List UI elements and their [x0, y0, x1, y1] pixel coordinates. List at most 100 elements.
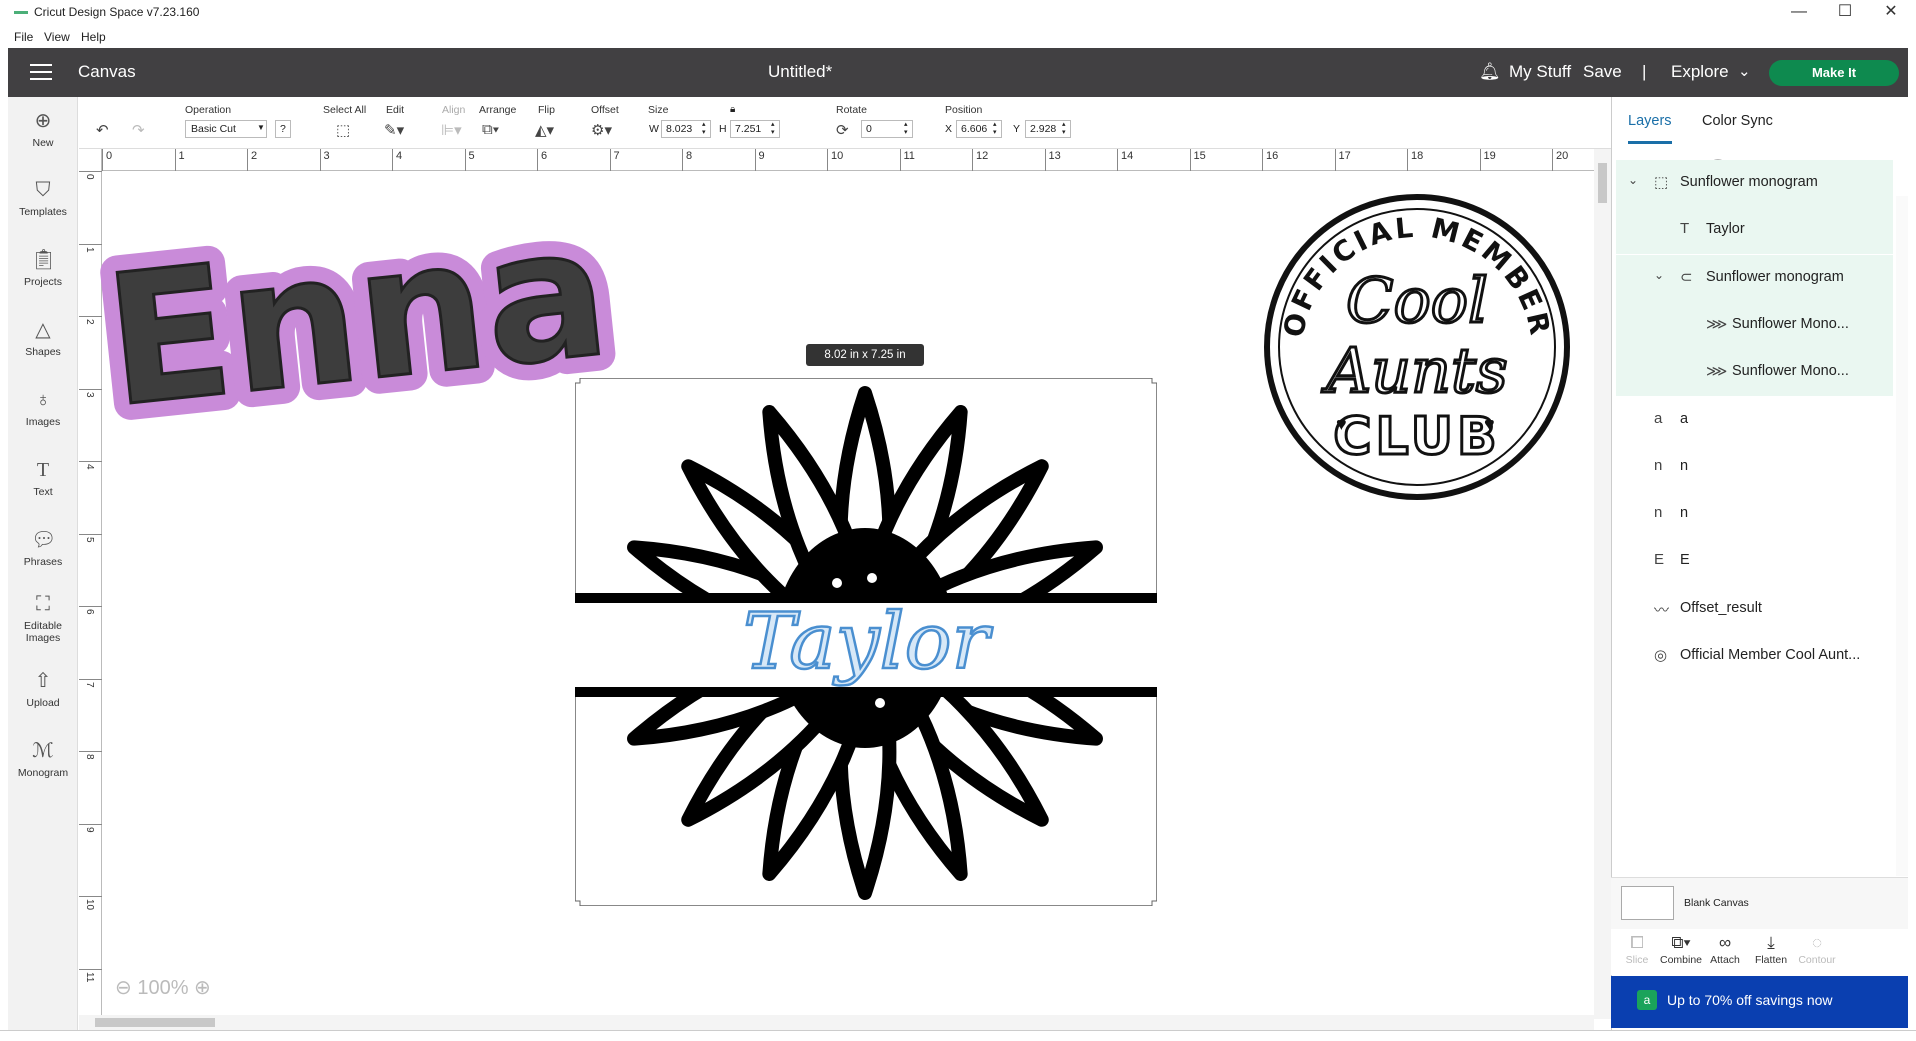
expand-chevron-icon[interactable]: ⌄	[1654, 268, 1664, 282]
attach-button[interactable]: ∞ Attach	[1699, 929, 1751, 966]
my-stuff-button[interactable]: My Stuff	[1509, 62, 1571, 82]
nav-label: Text	[33, 486, 53, 498]
layer-row[interactable]: 〰 Offset_result	[1616, 586, 1893, 633]
y-position-input[interactable]: 2.928	[1025, 120, 1071, 138]
zoom-in-icon[interactable]: ⊕	[194, 977, 211, 999]
nav-shapes[interactable]: △ Shapes	[8, 318, 78, 358]
ruler-tick: 2	[247, 149, 257, 171]
ruler-tick: 7	[609, 149, 620, 171]
menu-view[interactable]: View	[44, 30, 70, 44]
height-input[interactable]: 7.251	[730, 120, 780, 138]
layer-row[interactable]: nn	[1616, 444, 1893, 491]
contour-button[interactable]: ◌ Contour	[1791, 929, 1843, 966]
save-button[interactable]: Save	[1583, 62, 1622, 82]
layer-name: E	[1680, 552, 1690, 569]
nav-label: Images	[25, 416, 61, 428]
ruler-tick: 4	[392, 149, 402, 171]
image-layer-icon: ◎	[1654, 647, 1668, 664]
arrange-icon[interactable]: ⧉▾	[482, 121, 499, 138]
minimize-button[interactable]: —	[1776, 0, 1822, 26]
shirt-icon: ⛉	[35, 179, 51, 201]
promo-banner[interactable]: a Up to 70% off savings now	[1611, 976, 1908, 1028]
cool-aunts-club-design[interactable]: OFFICIAL MEMBER Cool Aunts CLUB ♥ ♥	[1262, 192, 1572, 502]
explore-button[interactable]: Explore	[1671, 62, 1729, 82]
help-button[interactable]: ?	[275, 120, 291, 138]
layer-row[interactable]: nn	[1616, 491, 1893, 538]
blank-canvas-row[interactable]: Blank Canvas	[1611, 877, 1908, 929]
ruler-tick: 12	[972, 149, 988, 171]
ruler-tick: 8	[79, 751, 102, 823]
x-position-input[interactable]: 6.606	[956, 120, 1002, 138]
bell-icon[interactable]: 🔔︎	[1479, 62, 1501, 82]
horizontal-scrollbar[interactable]	[79, 1015, 1594, 1030]
maximize-button[interactable]: ☐	[1822, 0, 1868, 26]
layer-row[interactable]: ⋙ Sunflower Mono...	[1616, 301, 1893, 349]
offset-icon[interactable]: ⚙▾	[591, 121, 612, 139]
enna-design[interactable]: Enna Enna	[96, 180, 626, 430]
dropdown-arrow-icon: ▼	[257, 123, 265, 132]
menu-help[interactable]: Help	[81, 30, 106, 44]
taylor-text[interactable]: Taylor	[742, 596, 995, 689]
nav-projects[interactable]: 📋︎ Projects	[8, 248, 78, 288]
menu-file[interactable]: File	[14, 30, 33, 44]
layer-name: Offset_result	[1680, 599, 1762, 616]
redo-icon[interactable]: ↷	[132, 121, 145, 139]
tab-layers[interactable]: Layers	[1628, 113, 1672, 144]
hamburger-menu-icon[interactable]	[30, 64, 52, 80]
undo-icon[interactable]: ↶	[96, 121, 109, 139]
text-icon: T	[36, 459, 50, 481]
nav-text[interactable]: T Text	[8, 458, 78, 498]
rotate-label: Rotate	[836, 104, 867, 116]
group-layer-icon: ⊂	[1680, 268, 1693, 286]
chevron-down-icon[interactable]: ⌄	[1738, 62, 1751, 80]
menu-bar: File View Help	[0, 26, 1916, 48]
layer-row[interactable]: EE	[1616, 538, 1893, 585]
nav-images[interactable]: ♁ Images	[8, 388, 78, 428]
nav-label: Templates	[19, 206, 67, 218]
rotate-input[interactable]: 0	[861, 120, 913, 138]
section-title: Canvas	[78, 62, 136, 81]
expand-chevron-icon[interactable]: ⌄	[1628, 173, 1638, 187]
align-icon[interactable]: ⊫▾	[441, 121, 462, 139]
edit-pencil-icon[interactable]: ✎▾	[384, 121, 404, 139]
layer-name: Sunflower Mono...	[1732, 363, 1849, 380]
layer-row[interactable]: ◎ Official Member Cool Aunt...	[1616, 633, 1893, 680]
nav-editable-images[interactable]: ⛶ Editable Images	[8, 592, 78, 644]
enna-letters[interactable]: Enna	[96, 186, 619, 430]
select-all-icon[interactable]: ⬚	[336, 121, 350, 139]
make-it-button[interactable]: Make It	[1769, 60, 1899, 86]
close-button[interactable]: ✕	[1868, 0, 1914, 26]
size-label: Size	[648, 104, 669, 116]
zoom-out-icon[interactable]: ⊖	[115, 977, 132, 999]
layer-row[interactable]: T Taylor	[1616, 207, 1893, 255]
flatten-button[interactable]: ⤓ Flatten	[1745, 929, 1797, 966]
ruler-tick-label: 0	[84, 174, 95, 180]
nav-templates[interactable]: ⛉ Templates	[8, 178, 78, 218]
layer-row[interactable]: ⌄ ⬚ Sunflower monogram	[1616, 160, 1893, 207]
tab-color-sync[interactable]: Color Sync	[1702, 113, 1773, 129]
rotate-icon[interactable]: ⟳	[836, 121, 849, 139]
vertical-scrollbar[interactable]	[1594, 149, 1611, 1019]
blank-canvas-swatch[interactable]	[1621, 886, 1674, 920]
layer-row[interactable]: ⌄ ⊂ Sunflower monogram	[1616, 254, 1893, 302]
ruler-tick: 17	[1334, 149, 1351, 171]
layer-row[interactable]: ⋙ Sunflower Mono...	[1616, 349, 1893, 397]
speech-bubble-icon: 💬︎	[31, 529, 57, 551]
operation-select[interactable]: Basic Cut	[185, 120, 267, 138]
sunflower-monogram[interactable]: Taylor	[575, 378, 1157, 906]
layer-row[interactable]: aa	[1616, 397, 1893, 444]
lock-icon[interactable]: 🔒︎	[730, 104, 735, 115]
nav-upload[interactable]: ⇧ Upload	[8, 669, 78, 709]
flip-icon[interactable]: ◭▾	[535, 121, 554, 139]
clipboard-icon: 📋︎	[31, 249, 57, 271]
badge-club-text: CLUB	[1333, 407, 1500, 467]
nav-monogram[interactable]: ℳ Monogram	[8, 739, 78, 779]
width-input[interactable]: 8.023	[661, 120, 711, 138]
nav-new[interactable]: ⊕ New	[8, 109, 78, 149]
x-label: X	[945, 123, 953, 135]
select-all-label: Select All	[323, 104, 367, 116]
layers-scrollbar[interactable]	[1896, 196, 1908, 876]
nav-phrases[interactable]: 💬︎ Phrases	[8, 528, 78, 568]
layer-name: Official Member Cool Aunt...	[1680, 647, 1861, 663]
layer-name: Sunflower monogram	[1680, 174, 1818, 190]
